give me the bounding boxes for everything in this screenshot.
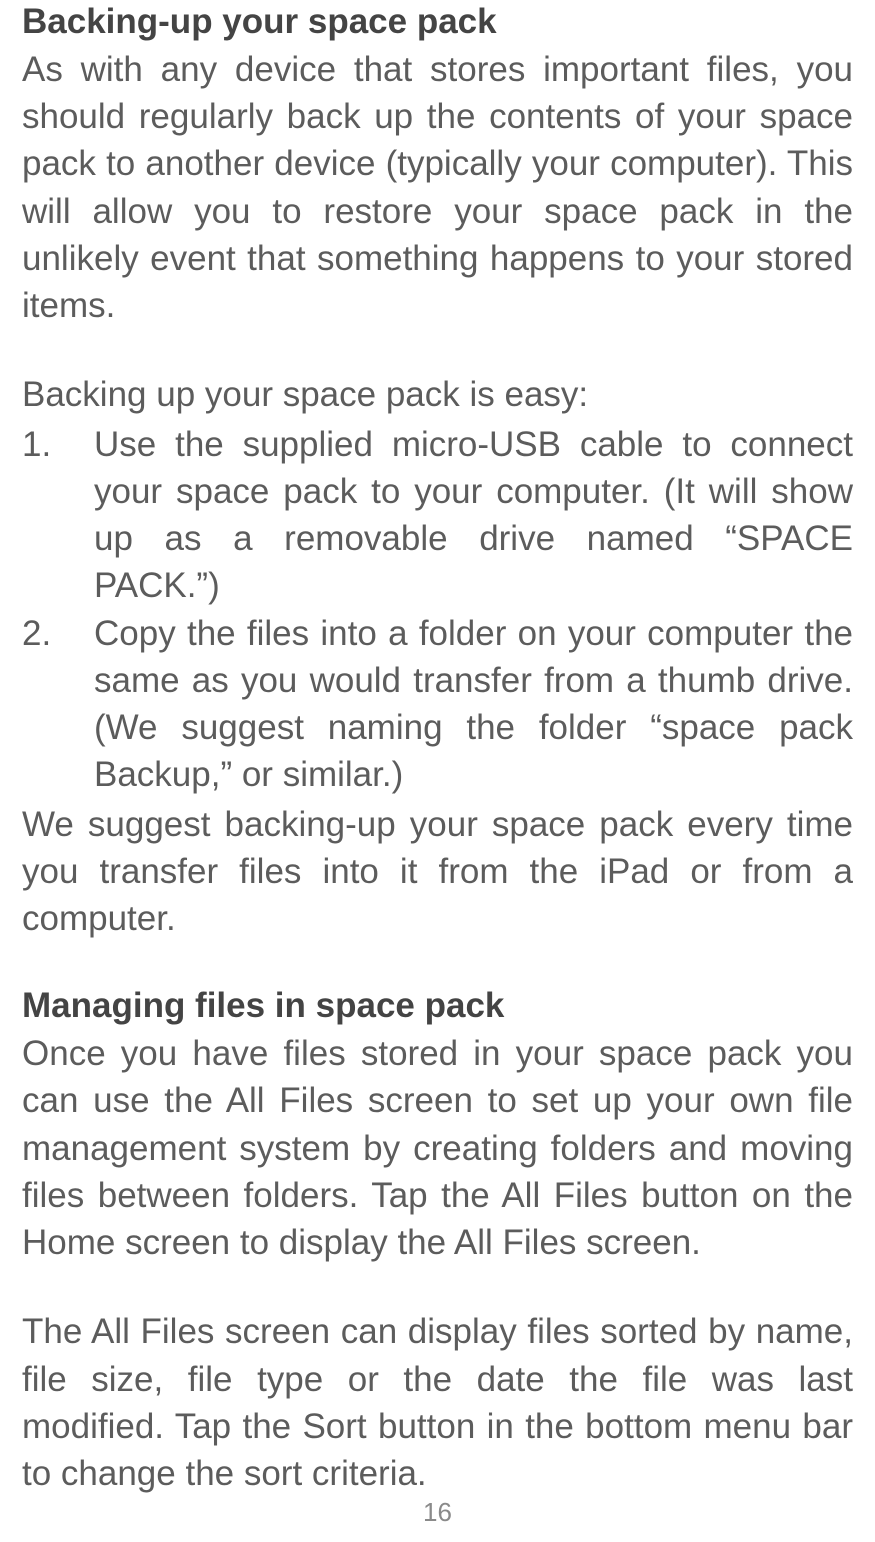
paragraph-backup-intro: As with any device that stores important… [22, 46, 853, 330]
list-item: 1. Use the supplied micro-USB cable to c… [22, 421, 853, 610]
page-number: 16 [0, 1497, 875, 1528]
list-item-number: 2. [22, 610, 94, 799]
list-item-number: 1. [22, 421, 94, 610]
paragraph-managing-1: Once you have files stored in your space… [22, 1030, 853, 1266]
list-item-text: Copy the files into a folder on your com… [94, 610, 853, 799]
paragraph-backup-suggestion: We suggest backing-up your space pack ev… [22, 801, 853, 943]
heading-backing-up: Backing-up your space pack [22, 0, 853, 44]
backup-steps-list: 1. Use the supplied micro-USB cable to c… [22, 421, 853, 799]
heading-managing-files: Managing files in space pack [22, 984, 853, 1028]
document-page: Backing-up your space pack As with any d… [0, 0, 875, 1542]
list-item-text: Use the supplied micro-USB cable to conn… [94, 421, 853, 610]
backup-steps-intro: Backing up your space pack is easy: [22, 371, 853, 418]
paragraph-managing-2: The All Files screen can display files s… [22, 1308, 853, 1497]
list-item: 2. Copy the files into a folder on your … [22, 610, 853, 799]
